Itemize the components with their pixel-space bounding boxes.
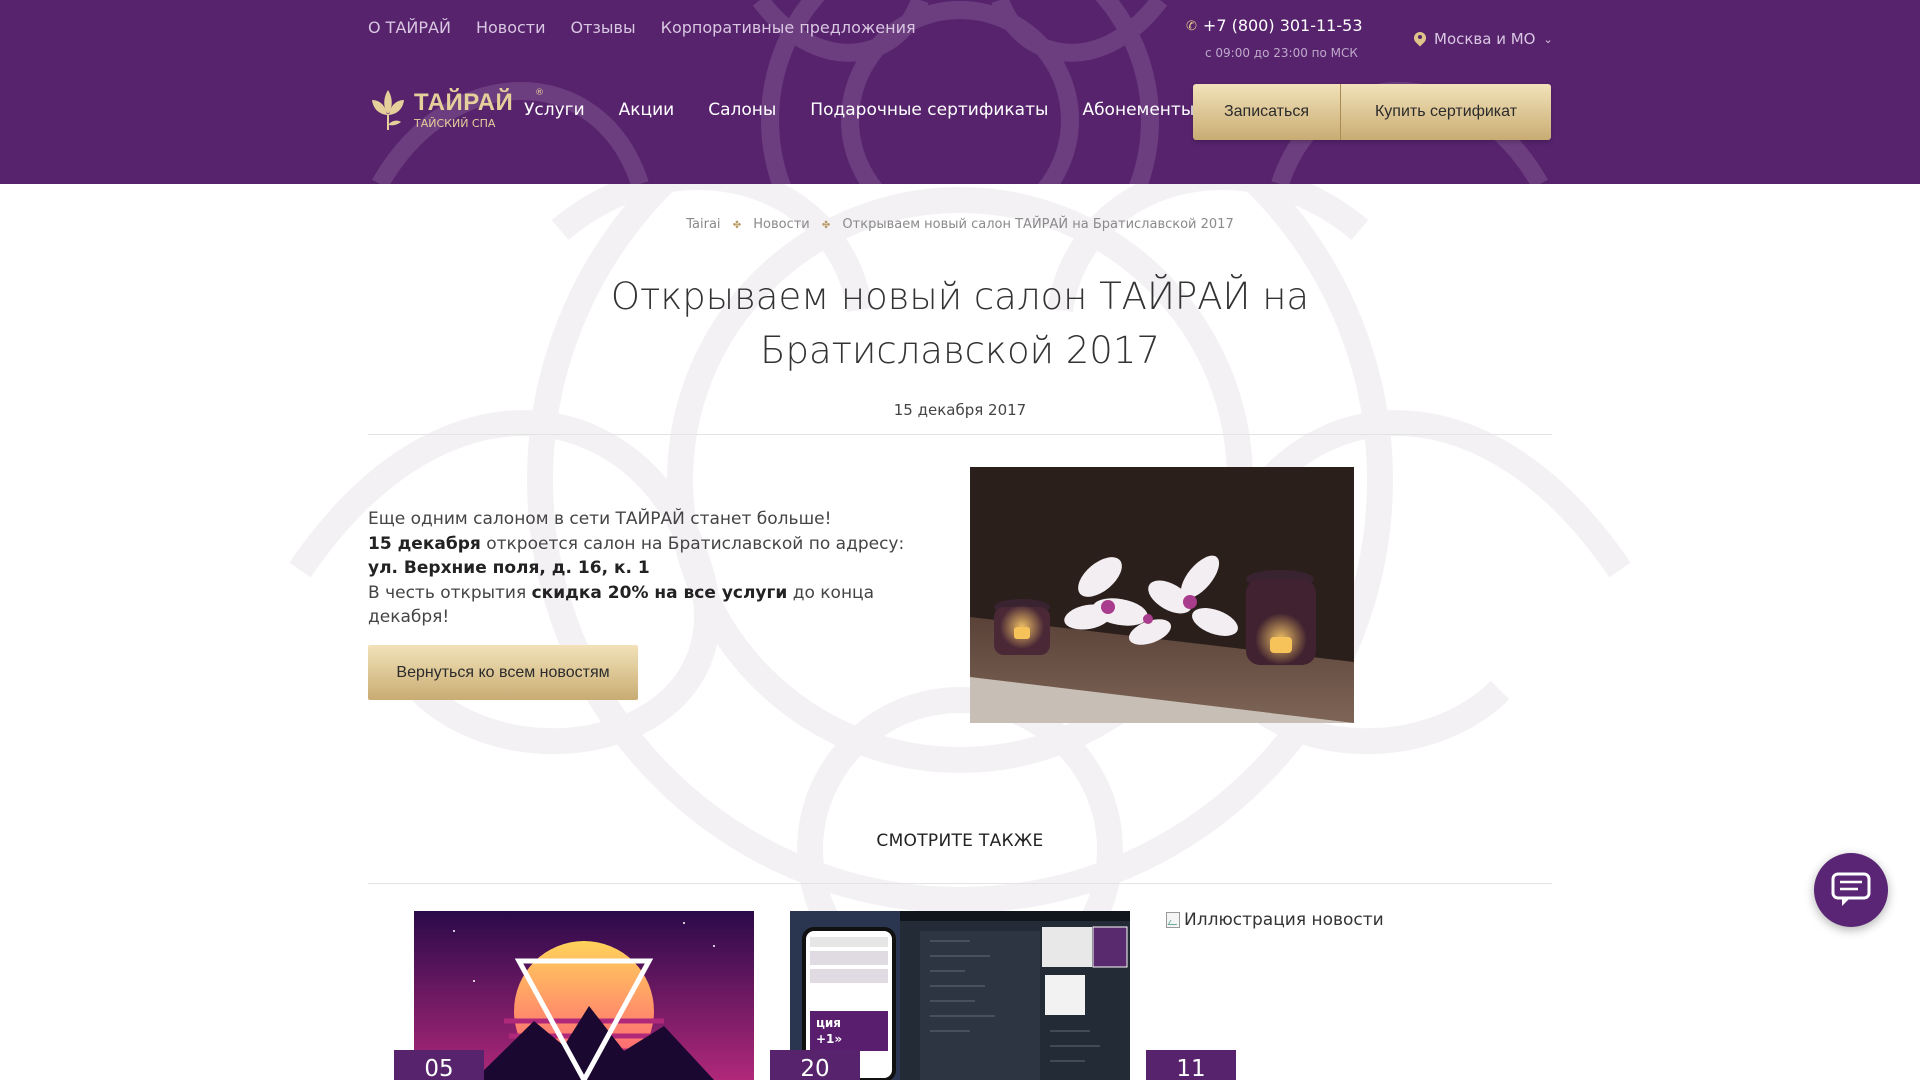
topnav-item-reviews[interactable]: Отзывы	[571, 18, 636, 37]
back-to-news-button[interactable]: Вернуться ко всем новостям	[368, 645, 638, 700]
news-day-badge: 11	[1146, 1050, 1236, 1080]
topnav-item-corporate[interactable]: Корпоративные предложения	[661, 18, 916, 37]
chevron-down-icon: ⌄	[1543, 32, 1553, 46]
chat-bubble-icon	[1831, 872, 1871, 906]
orchids-candles-image	[970, 467, 1354, 723]
leaf-separator-icon: ✤	[821, 220, 831, 231]
article-photo	[970, 467, 1354, 723]
buy-certificate-button[interactable]: Купить сертификат	[1341, 84, 1551, 140]
topnav-item-about[interactable]: О ТАЙРАЙ	[368, 18, 451, 37]
location-pin-icon	[1414, 32, 1426, 47]
divider	[368, 883, 1552, 884]
divider	[368, 434, 1552, 435]
logo[interactable]: ТАЙРАЙ ТАЙСКИЙ СПА ®	[368, 88, 544, 132]
breadcrumb: Tairai ✤ Новости ✤ Открываем новый салон…	[0, 217, 1920, 232]
news-day-badge: 20	[770, 1050, 860, 1080]
phone-link[interactable]: ✆ +7 (800) 301-11-53	[1186, 16, 1363, 35]
mainnav-item-subscriptions[interactable]: Абонементы	[1082, 100, 1194, 120]
breadcrumb-news[interactable]: Новости	[753, 217, 810, 232]
article-discount: скидка 20% на все услуги	[531, 582, 788, 603]
mainnav-item-promotions[interactable]: Акции	[619, 100, 675, 120]
chat-widget-button[interactable]	[1814, 853, 1888, 927]
top-navigation: О ТАЙРАЙ Новости Отзывы Корпоративные пр…	[368, 18, 916, 37]
article-body: Еще одним салоном в сети ТАЙРАЙ станет б…	[368, 507, 928, 630]
leaf-separator-icon: ✤	[732, 220, 742, 231]
logo-name: ТАЙРАЙ	[414, 89, 514, 116]
news-card-broken-image[interactable]: Иллюстрация новости	[1166, 910, 1384, 930]
news-day-badge: 05	[394, 1050, 484, 1080]
city-label: Москва и МО	[1434, 30, 1536, 48]
article-date-bold: 15 декабря	[368, 533, 481, 554]
article-line-2: откроется салон на Братиславской по адре…	[480, 533, 905, 554]
breadcrumb-current: Открываем новый салон ТАЙРАЙ на Братисла…	[842, 217, 1234, 232]
article-line-1: Еще одним салоном в сети ТАЙРАЙ станет б…	[368, 509, 832, 529]
promo-card-text: ция	[816, 1016, 841, 1030]
phone-icon: ✆	[1186, 19, 1197, 34]
city-selector[interactable]: Москва и МО ⌄	[1414, 30, 1553, 48]
promo-card-text-2: +1»	[816, 1032, 842, 1046]
see-also-heading: СМОТРИТЕ ТАКЖЕ	[876, 831, 1044, 851]
article-address: ул. Верхние поля, д. 16, к. 1	[368, 558, 650, 578]
article-date: 15 декабря 2017	[893, 401, 1027, 419]
page-title: Открываем новый салон ТАЙРАЙ на Братисла…	[610, 275, 1310, 372]
lotus-logo-icon	[372, 90, 404, 130]
image-alt-text: Иллюстрация новости	[1184, 910, 1384, 930]
site-header: О ТАЙРАЙ Новости Отзывы Корпоративные пр…	[0, 0, 1920, 184]
mainnav-item-services[interactable]: Услуги	[524, 100, 585, 120]
article-line-3: В честь открытия	[368, 582, 532, 603]
signup-button[interactable]: Записаться	[1193, 84, 1341, 140]
header-button-group: Записаться Купить сертификат	[1193, 84, 1551, 140]
breadcrumb-home[interactable]: Tairai	[686, 217, 720, 232]
logo-text: ТАЙРАЙ ТАЙСКИЙ СПА ®	[414, 89, 544, 130]
logo-subtitle: ТАЙСКИЙ СПА	[414, 117, 496, 130]
topnav-item-news[interactable]: Новости	[476, 18, 546, 37]
broken-image-icon	[1166, 912, 1180, 928]
working-hours: с 09:00 до 23:00 по МСК	[1205, 46, 1358, 60]
registered-mark: ®	[535, 88, 544, 98]
mainnav-item-gift-certificates[interactable]: Подарочные сертификаты	[810, 100, 1048, 120]
main-navigation: Услуги Акции Салоны Подарочные сертифика…	[524, 100, 1194, 120]
phone-number: +7 (800) 301-11-53	[1202, 16, 1363, 35]
header-ornament	[372, 0, 1548, 184]
mainnav-item-salons[interactable]: Салоны	[708, 100, 776, 120]
